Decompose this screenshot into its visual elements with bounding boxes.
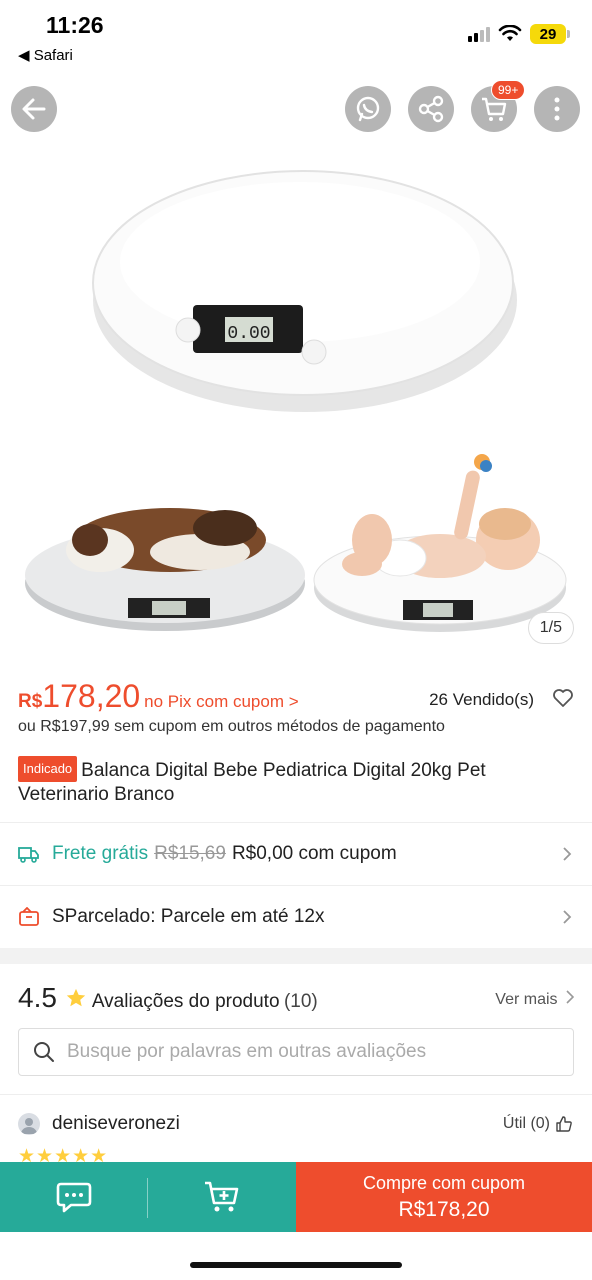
- bottom-action-bar: Compre com cupom R$178,20: [0, 1162, 592, 1232]
- price-value: 178,20: [42, 678, 141, 714]
- bottom-separator: [147, 1178, 148, 1218]
- chat-icon: [56, 1182, 92, 1213]
- price-row: R$178,20 no Pix com cupom > 26 Vendido(s): [18, 678, 574, 718]
- review-search-box[interactable]: [18, 1028, 574, 1076]
- old-shipping-price: R$15,69: [154, 842, 226, 864]
- installments-label: SParcelado: Parcele em até 12x: [52, 905, 325, 927]
- more-options-button[interactable]: [534, 86, 580, 132]
- review-search-input[interactable]: [67, 1041, 559, 1063]
- review-item: deniseveronezi Útil (0) ★★★★★: [0, 1094, 592, 1167]
- buy-button-label: Compre com cupom: [362, 1172, 526, 1193]
- cart-button[interactable]: 99+: [471, 80, 526, 132]
- whatsapp-share-button[interactable]: [345, 86, 391, 132]
- bottom-left-actions: [0, 1162, 296, 1232]
- product-image-gallery[interactable]: 0.00: [0, 150, 592, 650]
- new-shipping-price: R$0,00 com cupom: [231, 842, 397, 864]
- buy-button-price: R$178,20: [398, 1197, 490, 1221]
- status-time: 11:26: [46, 12, 104, 38]
- svg-text:0.00: 0.00: [227, 324, 270, 344]
- user-icon: [21, 1118, 37, 1134]
- installments-row[interactable]: SParcelado: Parcele em até 12x: [0, 885, 592, 947]
- product-image: 0.00: [25, 170, 567, 632]
- heart-icon: [553, 689, 573, 707]
- home-indicator: [190, 1262, 402, 1268]
- pix-coupon-link[interactable]: no Pix com cupom >: [144, 692, 299, 711]
- wifi-icon: [498, 25, 522, 41]
- search-icon: [34, 1042, 54, 1062]
- chevron-right-icon: [566, 990, 575, 1004]
- see-more-label: Ver mais: [495, 991, 558, 1008]
- avatar: [18, 1113, 40, 1135]
- more-icon: [554, 97, 560, 121]
- reviews-title: Avaliações do produto: [91, 991, 280, 1012]
- share-button[interactable]: [408, 86, 454, 132]
- chevron-right-icon: [563, 846, 572, 861]
- reviews-header: 4.5 Avaliações do produto (10) Ver mais: [18, 982, 575, 1016]
- price-currency: R$: [18, 691, 43, 712]
- whatsapp-icon: [356, 96, 380, 122]
- back-to-safari[interactable]: ◀ Safari: [18, 46, 73, 64]
- back-arrow-icon: [22, 98, 46, 120]
- add-to-cart-icon: [205, 1181, 239, 1212]
- free-shipping-label: Frete grátis: [52, 842, 149, 864]
- thumbs-up-icon: [556, 1116, 572, 1132]
- back-button[interactable]: [11, 86, 57, 132]
- add-to-cart-button[interactable]: [148, 1162, 296, 1232]
- useful-button[interactable]: Útil (0): [503, 1115, 572, 1133]
- image-counter: 1/5: [527, 612, 574, 644]
- truck-icon: [18, 846, 39, 863]
- sold-count: 26 Vendido(s): [429, 690, 534, 709]
- indicado-tag: Indicado: [18, 756, 78, 782]
- chat-button[interactable]: [0, 1162, 148, 1232]
- see-more-reviews-link[interactable]: Ver mais: [495, 990, 575, 1009]
- share-icon: [418, 95, 444, 123]
- star-icon: [67, 988, 86, 1007]
- wallet-icon: [19, 906, 39, 926]
- battery-indicator: 29: [530, 24, 570, 44]
- useful-label: Útil (0): [502, 1115, 550, 1132]
- section-divider: [0, 948, 592, 964]
- signal-icon: [468, 26, 490, 42]
- status-indicators: 29: [468, 24, 570, 44]
- chevron-right-icon: [563, 909, 572, 924]
- product-title: Balanca Digital Bebe Pediatrica Digital …: [18, 760, 486, 805]
- alt-payment-price: ou R$197,99 sem cupom em outros métodos …: [18, 718, 445, 735]
- reviewer-name: deniseveronezi: [52, 1113, 180, 1134]
- product-title-block: Indicado Balanca Digital Bebe Pediatrica …: [18, 756, 562, 807]
- status-bar: 11:26 ◀ Safari 29: [0, 0, 592, 72]
- favorite-button[interactable]: [552, 688, 574, 713]
- buy-with-coupon-button[interactable]: Compre com cupom R$178,20: [296, 1162, 592, 1232]
- reviews-count: (10): [283, 991, 318, 1012]
- shipping-row[interactable]: Frete grátis R$15,69 R$0,00 com cupom: [0, 822, 592, 884]
- rating-value: 4.5: [18, 982, 57, 1013]
- cart-badge: 99+: [491, 80, 526, 100]
